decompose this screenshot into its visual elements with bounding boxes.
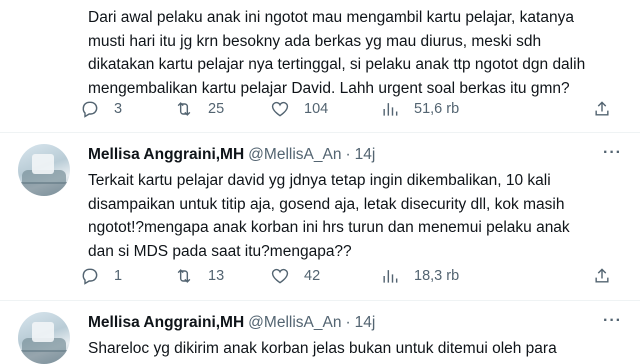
- tweet-2-actions: 1 13 42 18,3 rb: [80, 265, 620, 287]
- tweet-text-line: ngotot!?mengapa anak korban ini hrs turu…: [88, 219, 570, 237]
- avatar[interactable]: [18, 312, 70, 364]
- tweet-1-actions: 3 25 104 51,6 rb: [80, 98, 620, 120]
- author-handle[interactable]: @MellisA_An: [248, 146, 341, 164]
- author-name[interactable]: Mellisa Anggraini,MH: [88, 146, 244, 164]
- share-icon: [595, 101, 609, 116]
- tweet-text-line: mengembalikan kartu pelajar David. Lahh …: [88, 79, 570, 97]
- retweet-count: 25: [208, 101, 225, 117]
- share-icon: [595, 268, 609, 283]
- like-button[interactable]: 104: [270, 98, 328, 120]
- separator-dot: ·: [345, 146, 351, 163]
- author-name[interactable]: Mellisa Anggraini,MH: [88, 314, 244, 332]
- views-count: 51,6 rb: [414, 101, 460, 117]
- timestamp[interactable]: 14j: [355, 146, 376, 164]
- divider: [0, 300, 640, 301]
- timestamp[interactable]: 14j: [355, 314, 376, 332]
- tweet-3-header: Mellisa Anggraini,MH @MellisA_An · 14j: [88, 313, 375, 333]
- views-icon: [383, 270, 398, 283]
- like-count: 104: [304, 101, 329, 117]
- heart-icon: [271, 268, 289, 284]
- share-button[interactable]: [592, 265, 612, 287]
- tweet-text-line: dan si MDS pada saat itu?mengapa??: [88, 242, 352, 260]
- share-button[interactable]: [592, 98, 612, 120]
- separator-dot: ·: [345, 314, 351, 331]
- reply-count: 1: [114, 268, 123, 284]
- avatar[interactable]: [18, 144, 70, 196]
- reply-button[interactable]: 3: [80, 98, 122, 120]
- tweet-2-text: Terkait kartu pelajar david yg jdnya tet…: [88, 169, 626, 263]
- like-count: 42: [304, 268, 321, 284]
- views-button[interactable]: 18,3 rb: [380, 265, 459, 287]
- tweet-3[interactable]: Mellisa Anggraini,MH @MellisA_An · 14j ·…: [0, 310, 640, 364]
- divider: [0, 132, 640, 133]
- reply-icon: [82, 101, 98, 118]
- author-handle[interactable]: @MellisA_An: [248, 314, 341, 332]
- tweet-text-line: dikatakan kartu pelajar nya tertinggal, …: [88, 56, 586, 74]
- tweet-text-line: Shareloc yg dikirim anak korban jelas bu…: [88, 340, 557, 357]
- tweet-2[interactable]: Mellisa Anggraini,MH @MellisA_An · 14j ·…: [0, 142, 640, 302]
- retweet-count: 13: [208, 268, 225, 284]
- tweet-3-text: Shareloc yg dikirim anak korban jelas bu…: [88, 337, 626, 361]
- retweet-icon: [177, 102, 191, 116]
- views-icon: [383, 103, 398, 116]
- reply-count: 3: [114, 101, 123, 117]
- heart-icon: [271, 101, 289, 117]
- views-count: 18,3 rb: [414, 268, 460, 284]
- more-options-icon[interactable]: ···: [603, 144, 622, 162]
- tweet-text-line: disampaikan untuk titip aja, gosend aja,…: [88, 195, 565, 213]
- tweet-1-text: Dari awal pelaku anak ini ngotot mau men…: [88, 6, 626, 100]
- tweet-text-line: Dari awal pelaku anak ini ngotot mau men…: [88, 9, 574, 26]
- tweet-text-line: Terkait kartu pelajar david yg jdnya tet…: [88, 172, 551, 189]
- like-button[interactable]: 42: [270, 265, 320, 287]
- tweet-2-header: Mellisa Anggraini,MH @MellisA_An · 14j: [88, 145, 375, 165]
- tweet-1[interactable]: Dari awal pelaku anak ini ngotot mau men…: [0, 0, 640, 130]
- retweet-icon: [177, 269, 191, 283]
- retweet-button[interactable]: 25: [174, 98, 224, 120]
- views-button[interactable]: 51,6 rb: [380, 98, 459, 120]
- more-options-icon[interactable]: ···: [603, 312, 622, 330]
- reply-icon: [82, 268, 98, 285]
- tweet-text-line: musti hari itu jg krn besokny ada berkas…: [88, 32, 542, 50]
- reply-button[interactable]: 1: [80, 265, 122, 287]
- retweet-button[interactable]: 13: [174, 265, 224, 287]
